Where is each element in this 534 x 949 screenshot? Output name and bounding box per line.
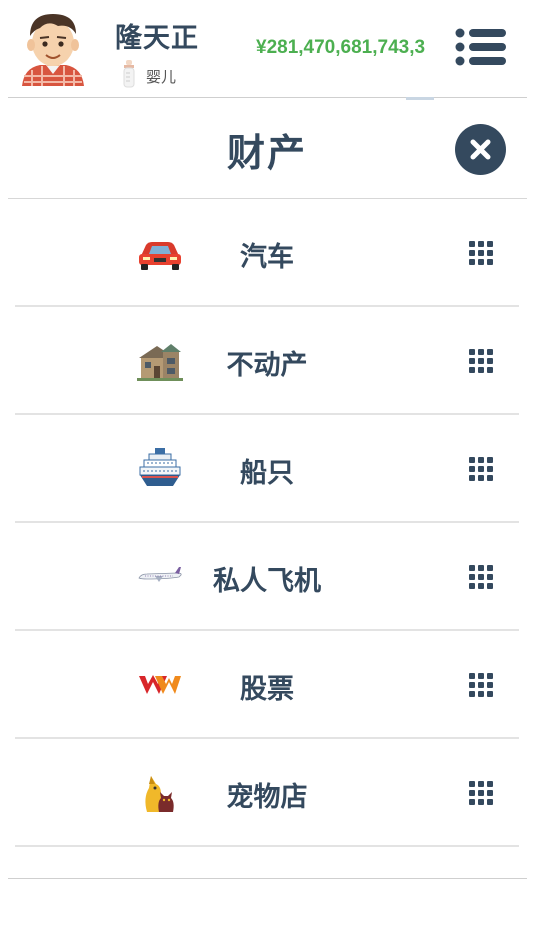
close-button[interactable] bbox=[455, 124, 506, 175]
grid-menu-icon[interactable] bbox=[469, 457, 493, 481]
age-label: 婴儿 bbox=[146, 67, 177, 86]
grid-menu-icon[interactable] bbox=[469, 241, 493, 265]
page-title: 财产 bbox=[226, 131, 307, 175]
asset-label: 不动产 bbox=[226, 350, 308, 381]
asset-label: 私人飞机 bbox=[213, 566, 321, 597]
asset-item-private-jet[interactable]: 私人飞机 bbox=[15, 523, 519, 631]
empty-row bbox=[8, 840, 527, 879]
asset-label: 汽车 bbox=[240, 242, 294, 273]
list-menu-icon[interactable] bbox=[455, 27, 507, 67]
baby-bottle-icon bbox=[122, 60, 136, 92]
grid-menu-icon[interactable] bbox=[469, 673, 493, 697]
header: 隆天正 婴儿 ¥281,470,681,743,3 bbox=[0, 0, 534, 98]
asset-item-car[interactable]: 汽车 bbox=[15, 199, 519, 307]
asset-item-stocks[interactable]: 股票 bbox=[15, 631, 519, 739]
grid-menu-icon[interactable] bbox=[469, 781, 493, 805]
player-name: 隆天正 bbox=[115, 23, 199, 54]
asset-label: 船只 bbox=[240, 458, 294, 489]
boy-avatar-icon[interactable] bbox=[18, 8, 88, 88]
close-icon bbox=[470, 139, 491, 160]
asset-item-pet-shop[interactable]: 宠物店 bbox=[15, 739, 519, 847]
asset-list: 汽车 不动产 船只 私人飞机 股票 宠物店 bbox=[15, 199, 519, 847]
grid-menu-icon[interactable] bbox=[469, 565, 493, 589]
age-indicator: 婴儿 bbox=[122, 60, 177, 92]
asset-label: 股票 bbox=[240, 674, 294, 705]
title-row: 财产 bbox=[0, 98, 534, 198]
money-balance: ¥281,470,681,743,3 bbox=[256, 37, 426, 58]
grid-menu-icon[interactable] bbox=[469, 349, 493, 373]
asset-label: 宠物店 bbox=[226, 782, 308, 813]
asset-item-ships[interactable]: 船只 bbox=[15, 415, 519, 523]
asset-item-real-estate[interactable]: 不动产 bbox=[15, 307, 519, 415]
